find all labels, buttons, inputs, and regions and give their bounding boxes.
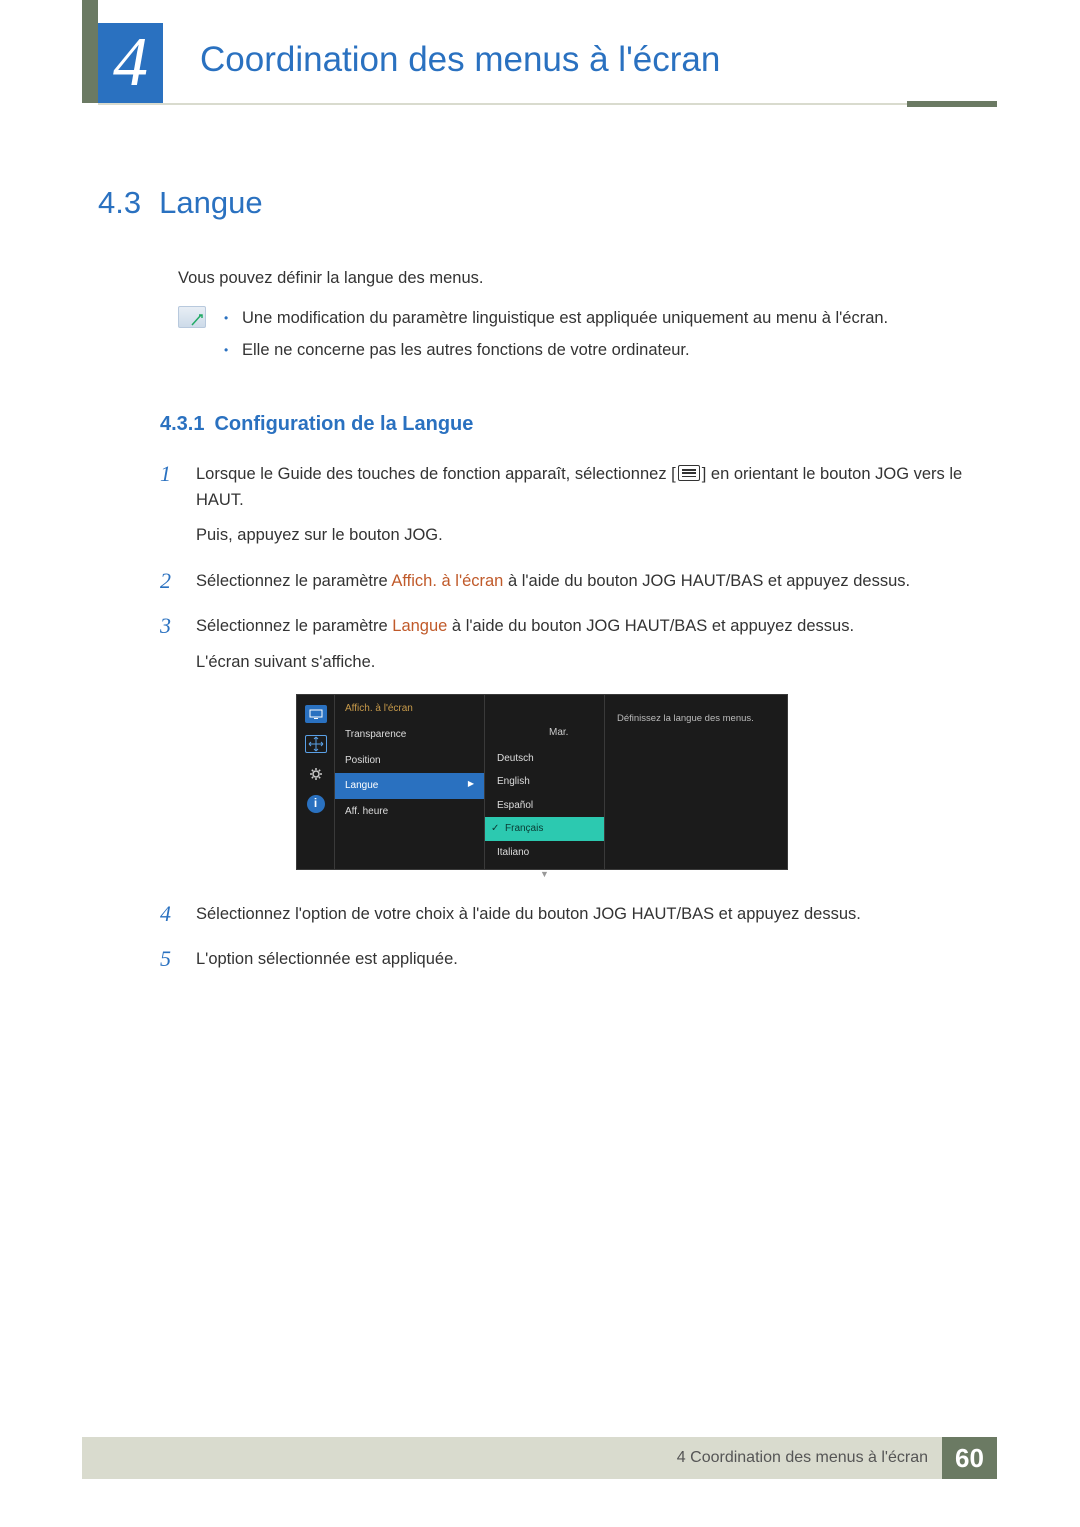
osd-panel: i Affich. à l'écran Transparence Positio… [296, 694, 788, 870]
section-heading: 4.3 Langue [98, 185, 980, 221]
step-number: 2 [160, 569, 180, 605]
move-icon [305, 735, 327, 753]
note-block: Une modification du paramètre linguistiq… [178, 306, 980, 369]
osd-item-label: Langue [345, 778, 378, 794]
step-number: 5 [160, 947, 180, 983]
step-text: Sélectionnez le paramètre [196, 572, 391, 590]
osd-language-option: Italiano [485, 841, 604, 865]
osd-menu-header: Affich. à l'écran [335, 695, 484, 723]
step-text: L'option sélectionnée est appliquée. [196, 947, 458, 973]
osd-sidebar: i [297, 695, 335, 869]
osd-language-column: Deutsch English Español Français Italian… [485, 695, 605, 869]
step-body: Sélectionnez le paramètre Affich. à l'éc… [196, 569, 910, 605]
osd-language-option: English [485, 770, 604, 794]
note-list: Une modification du paramètre linguistiq… [224, 306, 888, 369]
note-icon [178, 306, 206, 328]
osd-item-label: Transparence [345, 727, 406, 743]
step-text: Sélectionnez l'option de votre choix à l… [196, 902, 861, 928]
info-icon: i [307, 795, 325, 813]
step-4: 4 Sélectionnez l'option de votre choix à… [160, 902, 980, 938]
osd-menu-item-position: Position [335, 748, 484, 774]
gear-icon [305, 765, 327, 783]
step-text: L'écran suivant s'affiche. [196, 650, 854, 676]
step-2: 2 Sélectionnez le paramètre Affich. à l'… [160, 569, 980, 605]
step-accent-term: Langue [392, 617, 447, 635]
subsection-heading: 4.3.1 Configuration de la Langue [160, 413, 980, 436]
note-item: Elle ne concerne pas les autres fonction… [224, 338, 888, 364]
section-intro: Vous pouvez définir la langue des menus. [178, 269, 980, 288]
screen-icon [305, 705, 327, 723]
osd-screenshot: i Affich. à l'écran Transparence Positio… [296, 694, 854, 870]
step-body: Sélectionnez l'option de votre choix à l… [196, 902, 861, 938]
step-1: 1 Lorsque le Guide des touches de foncti… [160, 462, 980, 559]
page-number-badge: 60 [942, 1437, 997, 1479]
section-title: Langue [159, 185, 262, 220]
chevron-down-icon: ▼ [485, 864, 604, 886]
step-5: 5 L'option sélectionnée est appliquée. [160, 947, 980, 983]
osd-menu-item-transparency: Transparence [335, 722, 484, 748]
osd-language-option-selected: Français [485, 817, 604, 841]
menu-icon [678, 465, 700, 481]
osd-menu-item-language-selected: Langue [335, 773, 484, 799]
section-number: 4.3 [98, 185, 141, 220]
note-item: Une modification du paramètre linguistiq… [224, 306, 888, 332]
step-number: 1 [160, 462, 180, 559]
footer-label: 4 Coordination des menus à l'écran [677, 1449, 942, 1467]
footer-bar: 4 Coordination des menus à l'écran 60 [82, 1437, 997, 1479]
steps-list: 1 Lorsque le Guide des touches de foncti… [160, 462, 980, 983]
osd-help-text: Définissez la langue des menus. [617, 713, 775, 725]
step-number: 3 [160, 614, 180, 891]
step-body: L'option sélectionnée est appliquée. [196, 947, 458, 983]
title-underline [98, 103, 997, 105]
osd-menu-column: Affich. à l'écran Transparence Position … [335, 695, 485, 869]
chapter-title: Coordination des menus à l'écran [200, 40, 720, 80]
osd-transparency-value: Mar. [549, 725, 568, 741]
chapter-side-strip [82, 0, 98, 103]
step-accent-term: Affich. à l'écran [391, 572, 503, 590]
chapter-number-badge: 4 [98, 23, 163, 103]
step-text: Sélectionnez le paramètre [196, 617, 392, 635]
step-3: 3 Sélectionnez le paramètre Langue à l'a… [160, 614, 980, 891]
osd-menu-item-timer: Aff. heure [335, 799, 484, 825]
step-text: à l'aide du bouton JOG HAUT/BAS et appuy… [447, 617, 854, 635]
step-text: à l'aide du bouton JOG HAUT/BAS et appuy… [503, 572, 910, 590]
step-number: 4 [160, 902, 180, 938]
step-body: Lorsque le Guide des touches de fonction… [196, 462, 980, 559]
step-text: Lorsque le Guide des touches de fonction… [196, 465, 676, 483]
osd-main: Affich. à l'écran Transparence Position … [335, 695, 787, 869]
osd-language-option: Español [485, 794, 604, 818]
step-text: Puis, appuyez sur le bouton JOG. [196, 523, 980, 549]
subsection-number: 4.3.1 [160, 413, 204, 435]
osd-help-column: Mar. Définissez la langue des menus. [605, 695, 787, 869]
step-body: Sélectionnez le paramètre Langue à l'aid… [196, 614, 854, 891]
subsection-title: Configuration de la Langue [214, 413, 473, 435]
osd-language-option: Deutsch [485, 747, 604, 771]
page-content: 4.3 Langue Vous pouvez définir la langue … [98, 185, 980, 993]
